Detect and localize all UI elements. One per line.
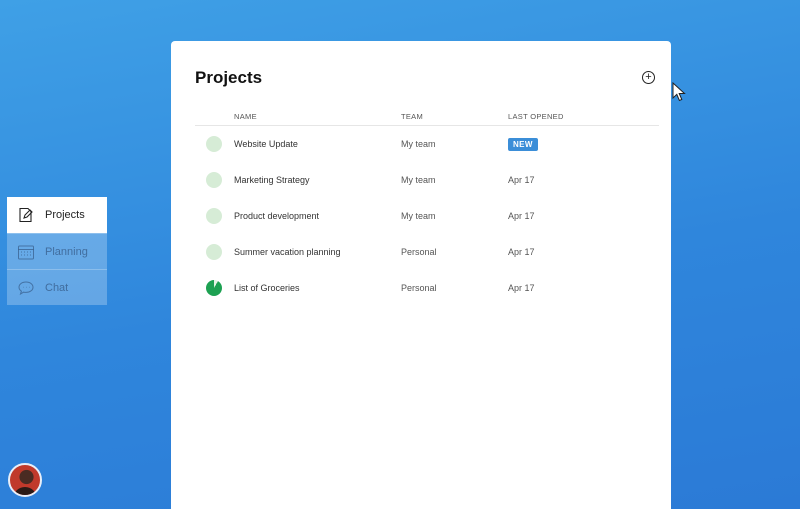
table-header: NAME TEAM LAST OPENED [195,107,659,126]
status-circle-icon [206,136,222,152]
chat-bubble-icon [17,279,35,297]
project-name: Marketing Strategy [234,175,310,185]
sidebar-item-label: Planning [45,245,88,258]
page-title: Projects [195,68,263,87]
project-team: Personal [401,283,437,293]
project-last-opened: Apr 17 [508,211,535,221]
sidebar-item-planning[interactable]: Planning [7,233,107,269]
project-team: My team [401,175,436,185]
plus-circle-icon: + [645,71,652,83]
edit-document-icon [17,206,35,224]
add-project-button[interactable]: + [642,71,655,84]
sidebar-item-label: Chat [45,281,69,294]
projects-table: NAME TEAM LAST OPENED Website Update My … [195,107,659,306]
projects-panel: Projects + NAME TEAM LAST OPENED Website… [171,41,671,509]
project-name: Website Update [234,139,298,149]
table-row[interactable]: Product development My team Apr 17 [195,198,659,234]
status-circle-icon [206,244,222,260]
avatar[interactable] [8,463,42,497]
sidebar-item-chat[interactable]: Chat [7,269,107,305]
table-row[interactable]: Summer vacation planning Personal Apr 17 [195,234,659,270]
project-last-opened: Apr 17 [508,247,535,257]
project-last-opened: Apr 17 [508,283,535,293]
column-header-team[interactable]: TEAM [401,112,423,121]
project-last-opened: Apr 17 [508,175,535,185]
sidebar-item-projects[interactable]: Projects [7,197,107,233]
status-circle-icon [206,208,222,224]
status-circle-icon [206,172,222,188]
project-team: Personal [401,247,437,257]
project-team: My team [401,139,436,149]
sidebar: Projects Planning Chat [7,197,107,305]
table-row[interactable]: Website Update My team NEW [195,126,659,162]
project-name: List of Groceries [234,283,300,293]
project-team: My team [401,211,436,221]
column-header-last-opened[interactable]: LAST OPENED [508,112,564,121]
avatar-figure [13,487,37,495]
project-name: Product development [234,211,320,221]
column-header-name[interactable]: NAME [234,112,257,121]
new-badge: NEW [508,138,538,151]
sidebar-item-label: Projects [45,209,85,221]
table-row[interactable]: Marketing Strategy My team Apr 17 [195,162,659,198]
calendar-icon [17,243,35,261]
mouse-cursor-icon [672,82,686,102]
project-name: Summer vacation planning [234,247,341,257]
progress-pie-icon [206,280,222,296]
table-row[interactable]: List of Groceries Personal Apr 17 [195,270,659,306]
